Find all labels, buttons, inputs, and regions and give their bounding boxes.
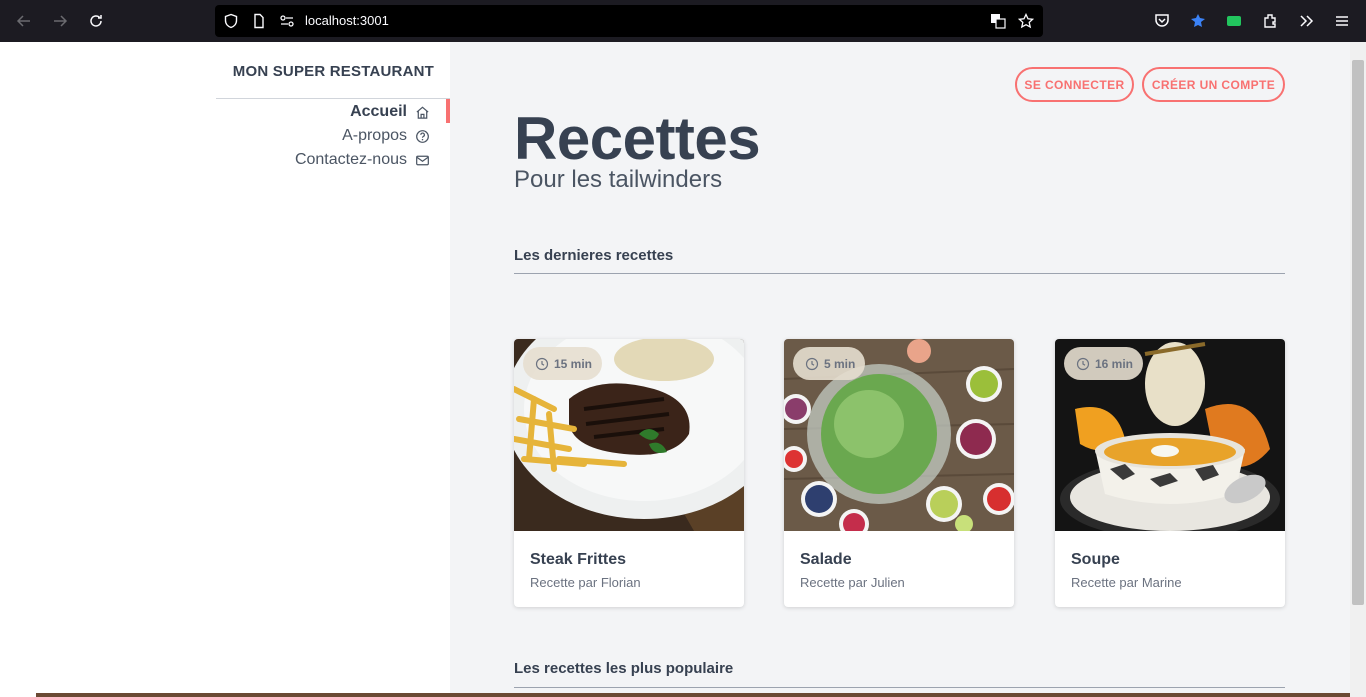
brand-title[interactable]: MON SUPER RESTAURANT (233, 63, 434, 80)
sidebar-item-label: A-propos (342, 127, 407, 144)
arrow-right-icon (54, 15, 68, 27)
main-content: SE CONNECTER CRÉER UN COMPTE Recettes Po… (450, 42, 1350, 697)
login-button[interactable]: SE CONNECTER (1015, 67, 1134, 102)
scrollbar-thumb[interactable] (1352, 60, 1364, 605)
recipe-card[interactable]: 15 min Steak Frittes Recette par Florian (514, 339, 744, 607)
translate-icon[interactable] (990, 13, 1006, 29)
recipe-title[interactable]: Salade (800, 551, 852, 569)
recipe-title[interactable]: Soupe (1071, 551, 1120, 569)
recipe-title[interactable]: Steak Frittes (530, 551, 626, 569)
site-permissions-icon[interactable] (279, 13, 295, 29)
sidebar-item-contactez-nous[interactable]: Contactez-nous (295, 149, 430, 171)
browser-toolbar: localhost:3001 (0, 0, 1366, 42)
time-badge: 5 min (793, 347, 866, 380)
sidebar-item-label: Accueil (350, 103, 407, 120)
arrow-left-icon (16, 15, 30, 27)
divider (216, 98, 450, 99)
help-circle-icon (416, 129, 429, 143)
recipe-card[interactable]: 5 min Salade Recette par Julien (784, 339, 1014, 607)
time-badge: 16 min (1064, 347, 1144, 380)
mail-icon (416, 155, 429, 165)
extensions-icon[interactable] (1261, 12, 1279, 30)
recipe-author: Recette par Julien (800, 575, 905, 590)
reload-button[interactable] (84, 9, 108, 33)
reload-icon (90, 15, 102, 27)
forward-button[interactable] (48, 9, 72, 33)
clock-icon (805, 357, 819, 370)
page-title: Recettes (514, 105, 761, 172)
pocket-icon[interactable] (1153, 12, 1171, 30)
time-label: 5 min (824, 356, 856, 371)
recipe-author: Recette par Florian (530, 575, 641, 590)
recipe-author: Recette par Marine (1071, 575, 1182, 590)
scrollbar[interactable] (1350, 42, 1366, 697)
home-icon (416, 106, 429, 119)
sidebar-item-accueil[interactable]: Accueil (350, 101, 430, 123)
extension-blue-icon[interactable] (1189, 12, 1207, 30)
recipe-card[interactable]: 16 min Soupe Recette par Marine (1055, 339, 1285, 607)
url-bar[interactable]: localhost:3001 (215, 5, 1043, 37)
bookmark-star-icon[interactable] (1018, 13, 1034, 29)
signup-button[interactable]: CRÉER UN COMPTE (1142, 67, 1285, 102)
sidebar-item-label: Contactez-nous (294, 151, 407, 168)
divider (514, 687, 1285, 688)
time-badge: 15 min (523, 347, 603, 380)
url-text[interactable]: localhost:3001 (305, 13, 389, 28)
shield-icon[interactable] (223, 13, 239, 29)
extension-green-icon[interactable] (1225, 12, 1243, 30)
sidebar: MON SUPER RESTAURANT Accueil A-propos Co… (0, 42, 450, 697)
sidebar-item-a-propos[interactable]: A-propos (342, 125, 430, 147)
page-subtitle: Pour les tailwinders (514, 166, 723, 193)
divider (514, 273, 1285, 274)
taskbar-edge (36, 693, 1350, 697)
time-label: 15 min (554, 356, 593, 371)
clock-icon (535, 357, 549, 370)
page-icon[interactable] (251, 13, 267, 29)
section-title-latest: Les dernieres recettes (514, 247, 674, 264)
clock-icon (1076, 357, 1090, 370)
time-label: 16 min (1095, 356, 1134, 371)
back-button[interactable] (12, 9, 36, 33)
section-title-popular: Les recettes les plus populaire (514, 660, 734, 677)
overflow-chevron-icon[interactable] (1297, 12, 1315, 30)
menu-icon[interactable] (1333, 12, 1351, 30)
